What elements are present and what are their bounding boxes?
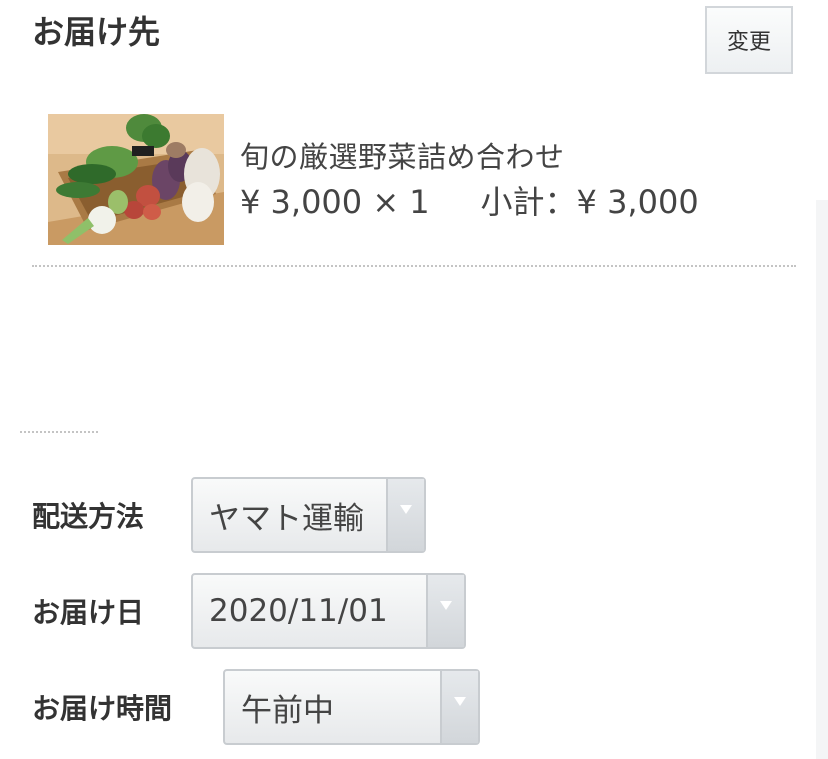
scroll-edge	[816, 200, 828, 759]
delivery-time-label: お届け時間	[32, 692, 173, 725]
chevron-down-icon	[454, 697, 466, 706]
delivery-date-value: 2020/11/01	[209, 593, 388, 629]
chevron-down-icon	[400, 505, 412, 514]
vegetable-basket-icon	[48, 114, 224, 245]
product-image	[48, 114, 224, 245]
product-divider	[32, 265, 796, 267]
unit-price: ¥ 3,000	[240, 183, 363, 221]
subtotal-label: 小計：	[480, 183, 577, 221]
section-divider	[20, 431, 98, 433]
delivery-date-dropdown-toggle[interactable]	[426, 575, 464, 647]
shipping-method-select[interactable]: ヤマト運輸	[191, 477, 426, 553]
chevron-down-icon	[440, 601, 452, 610]
change-button-label: 変更	[726, 30, 771, 55]
delivery-time-select[interactable]: 午前中	[223, 669, 480, 745]
shipping-method-value: ヤマト運輸	[209, 500, 364, 537]
subtotal-value: ¥ 3,000	[576, 183, 699, 221]
delivery-time-dropdown-toggle[interactable]	[440, 671, 478, 743]
delivery-title: お届け先	[32, 13, 161, 51]
shipping-method-dropdown-toggle[interactable]	[386, 479, 424, 551]
quantity: × 1	[372, 183, 430, 221]
shipping-method-label: 配送方法	[32, 500, 145, 533]
delivery-date-select[interactable]: 2020/11/01	[191, 573, 466, 649]
delivery-time-value: 午前中	[241, 692, 334, 729]
delivery-date-label: お届け日	[32, 596, 145, 629]
product-name: 旬の厳選野菜詰め合わせ	[240, 140, 565, 174]
product-price-line: ¥ 3,000 × 1 小計：¥ 3,000	[240, 181, 699, 223]
change-button[interactable]: 変更	[705, 6, 793, 74]
